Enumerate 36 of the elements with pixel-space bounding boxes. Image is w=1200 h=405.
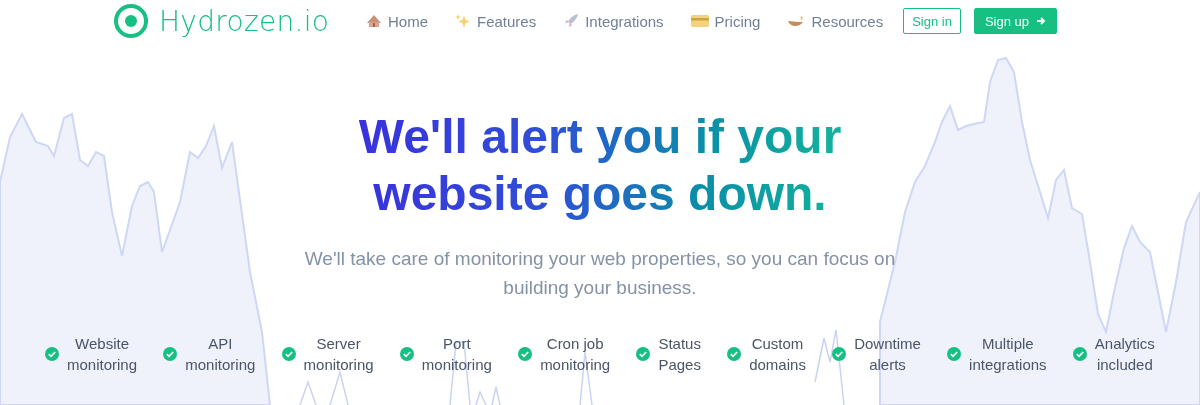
- feature-label: Server monitoring: [303, 334, 374, 375]
- nav-link[interactable]: Home: [366, 12, 428, 30]
- feature-label: Status Pages: [658, 334, 701, 375]
- check-circle-icon: [832, 347, 847, 361]
- hut-icon: [366, 14, 382, 28]
- check-circle-icon: [727, 347, 742, 361]
- feature-label: API monitoring: [185, 334, 256, 375]
- check-circle-icon: [947, 347, 962, 361]
- sparkles-icon: [455, 14, 471, 28]
- feature-label: Cron job monitoring: [540, 334, 611, 375]
- check-circle-icon: [45, 347, 59, 361]
- oil-lamp-icon: [787, 14, 806, 28]
- check-circle-icon: [281, 347, 296, 361]
- feature-label: Downtime alerts: [854, 334, 921, 375]
- check-circle-icon: [518, 347, 533, 361]
- feature-label: Port monitoring: [421, 334, 492, 375]
- feature-label: Analytics included: [1094, 334, 1155, 375]
- nav-link[interactable]: Resources: [787, 12, 884, 30]
- feature-label: Multiple integrations: [969, 334, 1047, 375]
- feature-label: Website monitoring: [67, 334, 138, 375]
- check-circle-icon: [163, 347, 178, 361]
- hero-subtitle: We'll take care of monitoring your web properties, so you can focus on building your business.: [303, 247, 897, 300]
- check-circle-icon: [1072, 347, 1087, 361]
- check-circle-icon: [636, 347, 651, 361]
- sign-in-button[interactable]: Sign in: [903, 8, 961, 34]
- rocket-icon: [563, 14, 580, 28]
- check-circle-icon: [399, 347, 414, 361]
- arrow-right-icon: [1036, 16, 1046, 26]
- nav-link[interactable]: Integrations: [563, 12, 664, 30]
- credit-card-icon: [690, 15, 709, 27]
- nav-link[interactable]: Pricing: [690, 12, 761, 30]
- logo-icon: [113, 3, 149, 39]
- brand-name: Hydrozen.io: [159, 4, 330, 38]
- nav-link[interactable]: Features: [455, 12, 537, 30]
- sign-up-button[interactable]: Sign up: [973, 8, 1057, 34]
- feature-label: Custom domains: [749, 334, 806, 375]
